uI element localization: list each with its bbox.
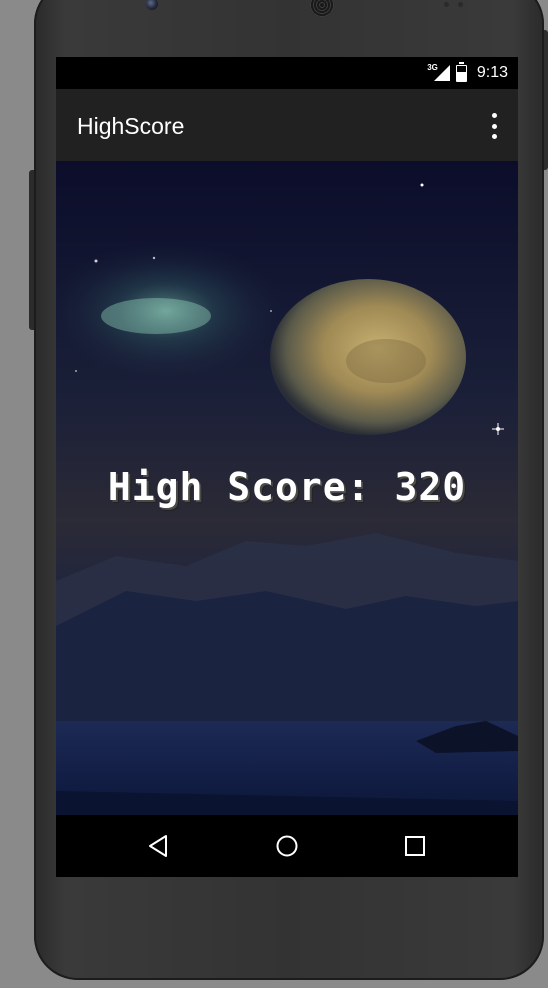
device-screen: 3G 9:13 HighScore High Score: 320 [56,57,518,877]
more-vert-icon[interactable] [486,113,502,139]
status-icons: 3G 9:13 [427,61,508,84]
light-sensor [458,2,463,7]
recents-square-icon[interactable] [401,832,429,860]
home-circle-icon[interactable] [273,832,301,860]
proximity-sensor [444,2,449,7]
status-bar: 3G 9:13 [56,57,518,89]
front-camera [146,0,158,10]
high-score-text: High Score: 320 [107,465,467,509]
earpiece-speaker [310,0,334,17]
back-triangle-icon[interactable] [144,832,172,860]
status-clock: 9:13 [476,64,508,81]
highscore-background: High Score: 320 [56,161,518,815]
battery-charging-icon [455,61,467,82]
network-type-label: 3G [427,62,438,72]
app-title: HighScore [77,113,185,139]
app-bar: HighScore [56,89,518,161]
navigation-bar [56,815,518,877]
